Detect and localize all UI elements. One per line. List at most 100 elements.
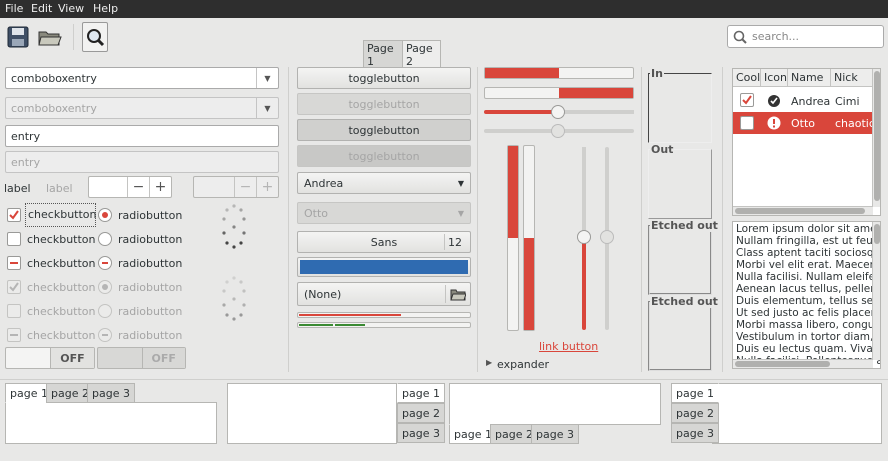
- frame-etched-out-title: Etched out: [650, 295, 719, 308]
- text-view[interactable]: Lorem ipsum dolor sit amet, c Nullam fri…: [732, 221, 881, 369]
- stack-switcher-page2[interactable]: Page 2: [402, 40, 441, 70]
- checkmark-circle-icon: [768, 95, 780, 107]
- expander-arrow-icon[interactable]: ▶: [486, 358, 492, 367]
- font-size: 12: [448, 235, 462, 249]
- switch-off-label: OFF: [151, 351, 176, 365]
- menu-file[interactable]: File: [5, 2, 23, 15]
- level-bar: [297, 312, 471, 318]
- text-line: Vestibulum in tortor diam, qui: [736, 331, 881, 343]
- switch[interactable]: OFF: [5, 347, 95, 369]
- text-line: Morbi vel elit erat. Maecenas: [736, 259, 881, 271]
- checkbox-unchecked-disabled: [7, 304, 21, 318]
- column-header-name[interactable]: Name: [788, 69, 831, 87]
- text-line: Duis elementum, tellus sed tri: [736, 295, 881, 307]
- column-header-nick[interactable]: Nick: [831, 69, 873, 87]
- switch-off-label: OFF: [60, 351, 85, 365]
- tab-page-3[interactable]: page 3: [397, 423, 445, 443]
- toggle-button[interactable]: togglebutton: [297, 67, 471, 89]
- switch-disabled: OFF: [97, 347, 186, 369]
- row-nick: chaotic: [835, 116, 873, 130]
- minus-icon[interactable]: −: [127, 177, 149, 197]
- tab-page-2[interactable]: page 2: [397, 403, 445, 423]
- text-line: Aenean lacus tellus, pellente: [736, 283, 881, 295]
- radio-selected-disabled: [98, 280, 112, 294]
- checkbutton-label-disabled: checkbutton: [27, 329, 96, 342]
- tab-page-1[interactable]: page 1: [671, 383, 719, 403]
- menu-help[interactable]: Help: [93, 2, 118, 15]
- progress-bar: [484, 67, 634, 79]
- chevron-down-icon[interactable]: ▼: [256, 68, 278, 88]
- radio-inconsistent[interactable]: [98, 256, 112, 270]
- spin-button-disabled: − +: [193, 176, 279, 198]
- stack-switcher-page1[interactable]: Page 1: [363, 40, 403, 70]
- open-folder-icon[interactable]: [37, 22, 63, 52]
- scale-vertical-handle[interactable]: [577, 230, 591, 244]
- radio-selected[interactable]: [98, 208, 112, 222]
- radiobutton-label-disabled: radiobutton: [118, 281, 183, 294]
- row-name: Andrea: [791, 94, 831, 108]
- file-chooser-button[interactable]: (None): [297, 282, 471, 306]
- search-input[interactable]: search...: [727, 25, 884, 48]
- notebook-page: [5, 402, 217, 444]
- toggle-button-disabled: togglebutton: [297, 93, 471, 115]
- search-icon: [733, 30, 747, 44]
- text-entry[interactable]: entry: [5, 125, 279, 147]
- progress-bar-inverted: [484, 87, 634, 99]
- scale-vertical-handle-disabled: [600, 230, 614, 244]
- check-icon: [9, 282, 19, 292]
- label-disabled: label: [46, 182, 73, 195]
- horizontal-scrollbar[interactable]: [733, 359, 873, 368]
- search-placeholder: search...: [752, 30, 800, 43]
- level-bar-discrete: [297, 322, 471, 328]
- toggle-button-active[interactable]: togglebutton: [297, 119, 471, 141]
- horizontal-scrollbar[interactable]: [733, 206, 873, 215]
- text-line: Morbi massa libero, congue v: [736, 319, 881, 331]
- combobox-entry[interactable]: comboboxentry ▼: [5, 67, 279, 89]
- table-row[interactable]: Andrea Cimi: [733, 90, 873, 112]
- menu-view[interactable]: View: [58, 2, 84, 15]
- radio-unselected[interactable]: [98, 232, 112, 246]
- checkbox-checked[interactable]: [740, 93, 754, 107]
- radio-inconsistent-disabled: [98, 328, 112, 342]
- radiobutton-label: radiobutton: [118, 257, 183, 270]
- table-row-selected[interactable]: Otto chaotic: [733, 112, 873, 134]
- column-header-cool[interactable]: Cool: [733, 69, 761, 87]
- link-button[interactable]: link button: [539, 340, 598, 353]
- tab-page-1[interactable]: page 1: [397, 383, 445, 403]
- frame-etched-out: [648, 301, 712, 371]
- scale-slider-handle[interactable]: [551, 105, 565, 119]
- text-line: Duis eu lectus quam. Vivamu: [736, 343, 881, 355]
- checkbox-unchecked[interactable]: [740, 116, 754, 130]
- tab-page-3[interactable]: page 3: [671, 423, 719, 443]
- open-folder-icon: [450, 289, 466, 301]
- plus-icon: +: [256, 177, 278, 197]
- chevron-down-icon: ▼: [457, 208, 464, 218]
- tree-view[interactable]: Cool Icon Name Nick Andrea Cimi Otto cha…: [732, 68, 881, 216]
- vertical-scrollbar[interactable]: [872, 222, 880, 360]
- checkbox-inconsistent-disabled: [7, 328, 21, 342]
- checkbox-inconsistent[interactable]: [7, 256, 21, 270]
- tab-page-2[interactable]: page 2: [671, 403, 719, 423]
- vertical-scrollbar[interactable]: [872, 69, 880, 207]
- tab-page-3[interactable]: page 3: [531, 424, 579, 444]
- combobox-otto-disabled: Otto ▼: [297, 202, 471, 224]
- plus-icon[interactable]: +: [149, 177, 171, 197]
- zoom-icon[interactable]: [82, 22, 108, 52]
- expander-label[interactable]: expander: [497, 358, 549, 371]
- minus-icon: −: [234, 177, 256, 197]
- text-line: Class aptent taciti sociosqu a: [736, 247, 881, 259]
- checkbutton-label-disabled: checkbutton: [27, 305, 96, 318]
- menu-edit[interactable]: Edit: [31, 2, 52, 15]
- color-button[interactable]: [297, 257, 471, 277]
- checkbox-unchecked[interactable]: [7, 232, 21, 246]
- save-icon[interactable]: [5, 22, 31, 52]
- checkbox-checked[interactable]: [7, 208, 21, 222]
- spinner-icon-disabled: [222, 276, 246, 321]
- notebook-page: [449, 383, 661, 425]
- toolbar: Page 1 Page 2 search...: [0, 18, 888, 70]
- combobox-andrea[interactable]: Andrea ▼: [297, 172, 471, 194]
- column-header-icon[interactable]: Icon: [761, 69, 788, 87]
- spin-button[interactable]: − +: [88, 176, 172, 198]
- tab-page-3[interactable]: page 3: [87, 383, 135, 403]
- font-button[interactable]: Sans 12: [297, 231, 471, 253]
